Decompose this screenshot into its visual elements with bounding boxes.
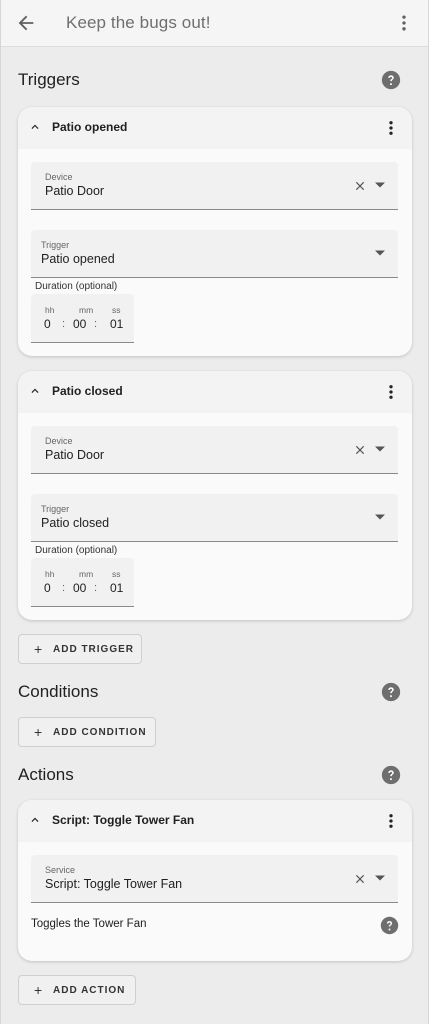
plus-icon: + (34, 641, 43, 657)
close-icon[interactable] (353, 179, 367, 193)
help-circle-icon[interactable] (381, 682, 401, 702)
more-vertical-icon[interactable] (382, 382, 400, 402)
close-icon[interactable] (353, 443, 367, 457)
caret-down-icon[interactable] (374, 249, 386, 257)
seconds-unit: ss (112, 305, 121, 315)
app-frame: Keep the bugs out! Triggers Patio opened… (0, 0, 429, 1024)
trigger-card-patio-closed: Patio closed Device Patio Door Trigger P… (18, 371, 412, 620)
trigger-select[interactable]: Trigger Patio opened (31, 230, 398, 278)
hours-unit: hh (45, 569, 55, 579)
duration-input[interactable]: hh mm ss 0 : 00 : 01 (31, 558, 134, 607)
caret-down-icon[interactable] (374, 445, 386, 453)
page-title: Keep the bugs out! (66, 13, 211, 32)
help-circle-icon[interactable] (381, 70, 401, 90)
device-label: Device (45, 436, 73, 446)
device-value: Patio Door (45, 184, 105, 198)
device-select[interactable]: Device Patio Door (31, 426, 398, 474)
service-value: Script: Toggle Tower Fan (45, 877, 183, 891)
action-card-toggle-tower-fan: Script: Toggle Tower Fan Service Script:… (18, 800, 412, 961)
chevron-up-icon[interactable] (28, 813, 42, 827)
device-label: Device (45, 172, 73, 182)
trigger-select[interactable]: Trigger Patio closed (31, 494, 398, 542)
trigger-title: Patio opened (52, 120, 128, 134)
add-trigger-label: ADD TRIGGER (53, 644, 134, 655)
conditions-heading: Conditions (18, 682, 99, 701)
duration-label: Duration (optional) (35, 281, 118, 292)
service-label: Service (45, 865, 76, 875)
chevron-up-icon[interactable] (28, 120, 42, 134)
time-separator: : (62, 582, 66, 594)
trigger-title: Patio closed (52, 384, 123, 398)
trigger-card-header[interactable]: Patio opened (18, 107, 412, 149)
more-vertical-icon[interactable] (394, 13, 414, 33)
triggers-heading: Triggers (18, 70, 80, 89)
trigger-card-header[interactable]: Patio closed (18, 371, 412, 413)
action-title: Script: Toggle Tower Fan (52, 813, 195, 827)
trigger-label: Trigger (41, 504, 70, 514)
add-action-button[interactable]: + ADD ACTION (18, 975, 136, 1005)
back-arrow-icon[interactable] (15, 12, 37, 34)
hours-unit: hh (45, 305, 55, 315)
caret-down-icon[interactable] (374, 181, 386, 189)
hours-value[interactable]: 0 (44, 317, 51, 331)
device-value: Patio Door (45, 448, 105, 462)
plus-icon: + (34, 982, 43, 998)
plus-icon: + (34, 724, 43, 740)
seconds-value[interactable]: 01 (110, 581, 123, 595)
time-separator: : (94, 318, 98, 330)
add-action-label: ADD ACTION (53, 985, 126, 996)
trigger-value: Patio closed (41, 516, 110, 530)
minutes-unit: mm (79, 569, 94, 579)
service-description: Toggles the Tower Fan (31, 918, 147, 930)
hours-value[interactable]: 0 (44, 581, 51, 595)
more-vertical-icon[interactable] (382, 811, 400, 831)
help-circle-icon[interactable] (381, 765, 401, 785)
time-separator: : (94, 582, 98, 594)
duration-label: Duration (optional) (35, 545, 118, 556)
caret-down-icon[interactable] (374, 513, 386, 521)
device-select[interactable]: Device Patio Door (31, 162, 398, 210)
minutes-value[interactable]: 00 (73, 317, 86, 331)
add-trigger-button[interactable]: + ADD TRIGGER (18, 634, 142, 664)
action-card-header[interactable]: Script: Toggle Tower Fan (18, 800, 412, 842)
time-separator: : (62, 318, 66, 330)
caret-down-icon[interactable] (374, 874, 386, 882)
add-condition-label: ADD CONDITION (53, 727, 147, 738)
close-icon[interactable] (353, 872, 367, 886)
service-select[interactable]: Service Script: Toggle Tower Fan (31, 855, 398, 903)
chevron-up-icon[interactable] (28, 384, 42, 398)
add-condition-button[interactable]: + ADD CONDITION (18, 717, 156, 747)
top-app-bar: Keep the bugs out! (1, 0, 428, 47)
more-vertical-icon[interactable] (382, 118, 400, 138)
seconds-unit: ss (112, 569, 121, 579)
trigger-value: Patio opened (41, 252, 115, 266)
trigger-label: Trigger (41, 240, 70, 250)
minutes-unit: mm (79, 305, 94, 315)
trigger-card-patio-opened: Patio opened Device Patio Door Trigger P… (18, 107, 412, 356)
seconds-value[interactable]: 01 (110, 317, 123, 331)
help-circle-icon[interactable] (380, 916, 399, 935)
minutes-value[interactable]: 00 (73, 581, 86, 595)
actions-heading: Actions (18, 765, 74, 784)
duration-input[interactable]: hh mm ss 0 : 00 : 01 (31, 294, 134, 343)
